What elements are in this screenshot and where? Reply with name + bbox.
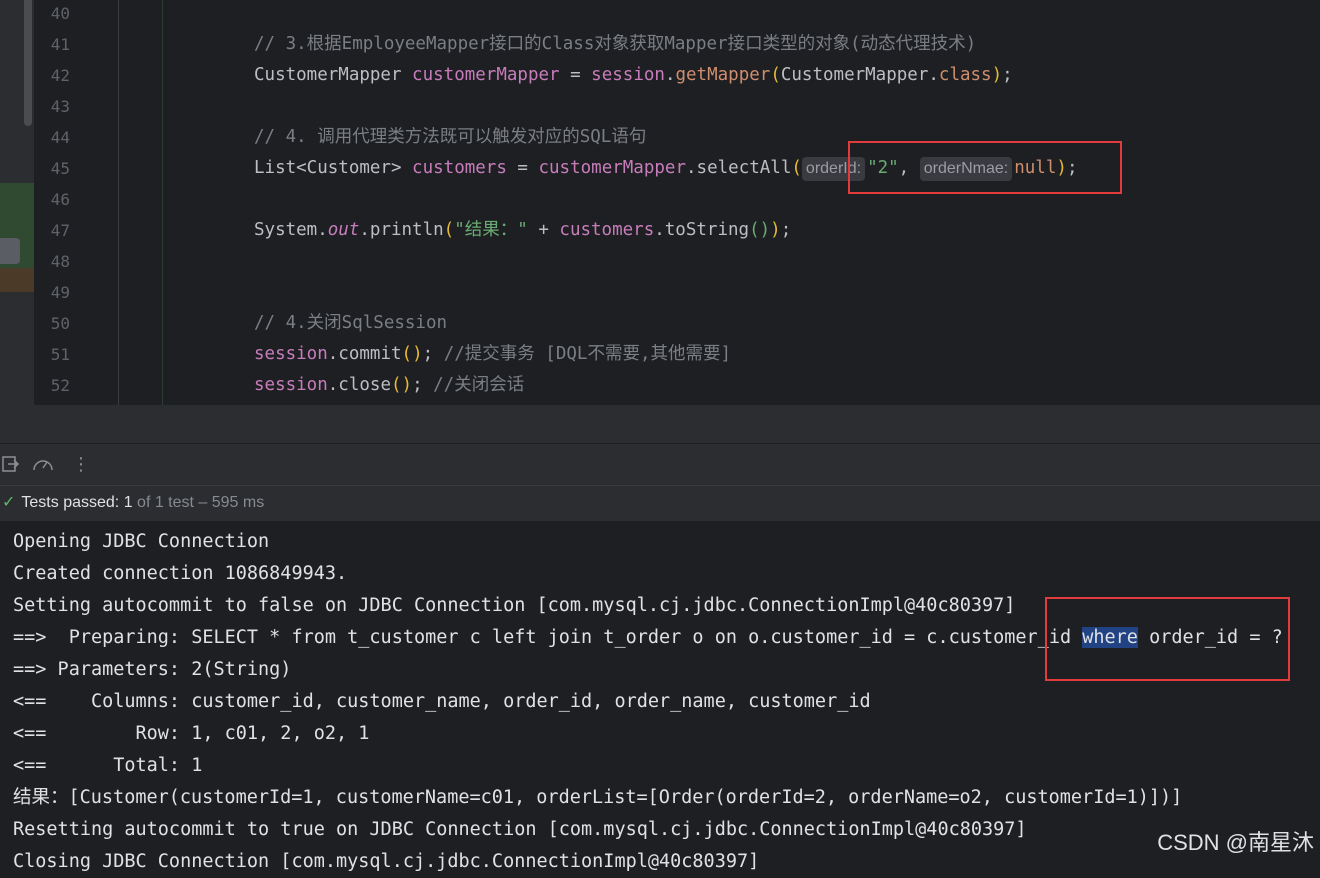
code-token: ( bbox=[791, 158, 802, 178]
code-token: session bbox=[254, 344, 328, 364]
console-line: ==> Parameters: 2(String) bbox=[13, 659, 292, 680]
test-status-bar: ✓ Tests passed: 1 of 1 test – 595 ms bbox=[0, 485, 1320, 522]
code-token: ( bbox=[443, 220, 455, 240]
console-line: <== Row: 1, c01, 2, o2, 1 bbox=[13, 723, 370, 744]
code-token: customers bbox=[559, 220, 655, 240]
more-icon[interactable]: ⋮ bbox=[72, 454, 90, 475]
code-token: getMapper bbox=[675, 65, 771, 85]
code-token: selectAll bbox=[696, 158, 792, 178]
line-number: 46 bbox=[50, 190, 70, 209]
code-token: .println bbox=[359, 220, 444, 240]
import-icon[interactable] bbox=[2, 455, 20, 478]
code-token: CustomerMapper bbox=[254, 65, 413, 85]
code-token: . bbox=[664, 65, 676, 85]
code-token: session bbox=[254, 375, 328, 395]
code-token: () bbox=[749, 220, 771, 240]
code-comment[interactable]: // 4. 调用代理类方法既可以触发对应的SQL语句 bbox=[254, 122, 646, 153]
panel-splitter[interactable] bbox=[0, 405, 1320, 443]
code-comment[interactable]: // 3.根据EmployeeMapper接口的Class对象获取Mapper接… bbox=[254, 29, 976, 60]
line-number: 50 bbox=[50, 314, 70, 333]
line-number: 41 bbox=[50, 35, 70, 54]
run-toolbar bbox=[0, 443, 1320, 486]
code-token: .toString bbox=[654, 220, 750, 240]
console-line: <== Columns: customer_id, customer_name,… bbox=[13, 691, 871, 712]
tests-summary: of 1 test – 595 ms bbox=[132, 494, 265, 511]
highlight-box-where bbox=[1045, 597, 1290, 681]
console-line: Opening JDBC Connection bbox=[13, 531, 270, 552]
code-token: . bbox=[686, 158, 697, 178]
console-line: <== Total: 1 bbox=[13, 755, 203, 776]
code-token: = bbox=[559, 65, 592, 85]
code-token: ) bbox=[991, 65, 1003, 85]
code-token: ( bbox=[770, 65, 781, 85]
code-comment[interactable]: // 4.关闭SqlSession bbox=[254, 308, 447, 339]
gutter-divider bbox=[118, 0, 119, 405]
code-token: out bbox=[327, 220, 360, 240]
console-line: 结果：[Customer(customerId=1, customerName=… bbox=[13, 787, 1183, 808]
code-comment: //提交事务 [DQL不需要,其他需要] bbox=[443, 344, 732, 364]
code-token: CustomerMapper. bbox=[780, 65, 939, 85]
code-token: ; bbox=[780, 220, 792, 240]
line-number: 40 bbox=[50, 4, 70, 23]
code-token: System. bbox=[254, 220, 328, 240]
code-line-close[interactable]: session.close(); //关闭会话 bbox=[254, 370, 524, 401]
code-token: customerMapper bbox=[412, 65, 560, 85]
code-token: ; bbox=[422, 344, 444, 364]
console-line: Created connection 1086849943. bbox=[13, 563, 348, 584]
console-output[interactable]: Opening JDBC Connection Created connecti… bbox=[0, 521, 1320, 872]
tests-passed-label: Tests passed: bbox=[21, 494, 124, 511]
watermark: CSDN @南星沐 bbox=[1157, 830, 1314, 855]
line-number: 49 bbox=[50, 283, 70, 302]
code-token: ; bbox=[1002, 65, 1013, 85]
code-token: .close bbox=[327, 375, 391, 395]
code-token: List<Customer> bbox=[254, 158, 413, 178]
side-marker-brown bbox=[0, 268, 34, 292]
line-number: 47 bbox=[50, 221, 70, 240]
code-comment: //关闭会话 bbox=[433, 375, 525, 395]
code-line-commit[interactable]: session.commit(); //提交事务 [DQL不需要,其他需要] bbox=[254, 339, 731, 370]
code-token: ) bbox=[770, 220, 781, 240]
line-number: 42 bbox=[50, 66, 70, 85]
line-number: 44 bbox=[50, 128, 70, 147]
code-editor[interactable]: 40 41 42 43 44 45 46 47 48 49 50 51 52 /… bbox=[0, 0, 1320, 405]
code-token: .commit bbox=[327, 344, 402, 364]
line-number: 48 bbox=[50, 252, 70, 271]
console-text: ==> Preparing: SELECT * from t_customer … bbox=[13, 627, 1083, 648]
code-token: () bbox=[390, 375, 413, 395]
code-token: ; bbox=[412, 375, 434, 395]
gauge-icon[interactable] bbox=[32, 455, 54, 478]
code-token: customers bbox=[412, 158, 507, 178]
indent-guide bbox=[162, 0, 163, 405]
line-number: 51 bbox=[50, 345, 70, 364]
console-line: Setting autocommit to false on JDBC Conn… bbox=[13, 595, 1016, 616]
code-token: () bbox=[401, 344, 423, 364]
code-token: = bbox=[506, 158, 539, 178]
side-tool-button[interactable] bbox=[0, 238, 20, 264]
highlight-box-params bbox=[848, 141, 1122, 194]
code-token: class bbox=[938, 65, 992, 85]
line-number: 52 bbox=[50, 376, 70, 395]
check-icon: ✓ bbox=[2, 494, 16, 511]
console-line: Closing JDBC Connection [com.mysql.cj.jd… bbox=[13, 851, 760, 872]
line-number: 45 bbox=[50, 159, 70, 178]
side-scroll-thumb[interactable] bbox=[24, 0, 32, 126]
tests-passed-count: 1 bbox=[123, 494, 133, 511]
console-line: Resetting autocommit to true on JDBC Con… bbox=[13, 819, 1027, 840]
code-line-get-mapper[interactable]: CustomerMapper customerMapper = session.… bbox=[254, 60, 1013, 91]
code-token: "结果：" bbox=[454, 220, 528, 240]
line-number: 43 bbox=[50, 97, 70, 116]
code-token: customerMapper bbox=[538, 158, 686, 178]
code-token: session bbox=[591, 65, 665, 85]
code-line-println[interactable]: System.out.println("结果：" + customers.toS… bbox=[254, 215, 791, 246]
code-token: + bbox=[527, 220, 560, 240]
